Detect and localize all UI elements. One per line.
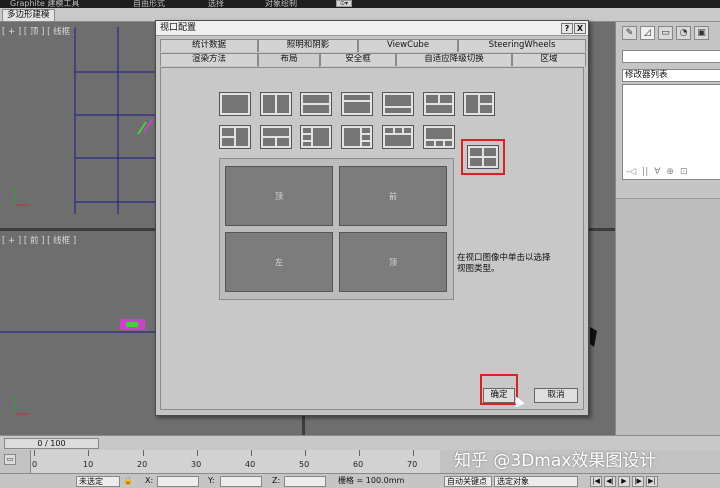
tick-label: 10 — [83, 460, 94, 469]
create-tab-icon[interactable]: ✎ — [622, 26, 637, 40]
modifier-parameters-area — [616, 198, 720, 435]
y-coord-label: Y: — [208, 476, 215, 485]
pin-stack-icon[interactable]: -◁ — [626, 167, 636, 177]
preview-viewport-perspective[interactable]: 顶 — [339, 232, 447, 292]
layout-panel: 顶 前 左 顶 在视口图像中单击以选择视图类型。 确定 取消 — [160, 67, 584, 410]
mini-curve-editor-icon[interactable]: ▭ — [4, 454, 16, 465]
time-slider[interactable]: 0 / 100 — [4, 438, 99, 449]
preview-viewport-left[interactable]: 左 — [225, 232, 333, 292]
ribbon-bar: Graphite 建模工具 自由形式 选择 对象绘制 ⊙▾ — [0, 0, 720, 8]
tick-label: 50 — [299, 460, 310, 469]
layout-option-4[interactable] — [341, 92, 373, 116]
layout-option-12[interactable] — [382, 125, 414, 149]
tick-label: 40 — [245, 460, 256, 469]
layout-option-7[interactable] — [463, 92, 495, 116]
tab-safe-frames[interactable]: 安全框 — [320, 53, 396, 66]
preview-viewport-front[interactable]: 前 — [339, 166, 447, 226]
next-frame-icon[interactable]: |▶ — [632, 476, 644, 487]
close-icon[interactable]: X — [574, 23, 586, 34]
object-name-field[interactable] — [622, 50, 720, 63]
layout-option-3[interactable] — [300, 92, 332, 116]
layout-option-8[interactable] — [219, 125, 251, 149]
layout-option-5[interactable] — [382, 92, 414, 116]
dialog-title: 视口配置 — [156, 21, 588, 36]
viewport-configuration-dialog: 视口配置 ? X 统计数据 照明和阴影 ViewCube SteeringWhe… — [155, 20, 589, 416]
command-panel: ✎ ◿ ▭ ◔ ▣ 修改器列表 -◁ || ∀ ⊕ ⊡ — [615, 22, 720, 435]
preview-viewport-top[interactable]: 顶 — [225, 166, 333, 226]
tick-label: 60 — [353, 460, 364, 469]
help-button[interactable]: ? — [561, 23, 573, 34]
tab-layout[interactable]: 布局 — [258, 53, 320, 67]
status-bar: 未选定 🔒 X: Y: Z: 栅格 = 100.0mm 自动关键点 选定对象 |… — [0, 473, 720, 488]
selected-layout-highlight — [461, 139, 505, 175]
motion-tab-icon[interactable]: ◔ — [676, 26, 691, 40]
modifier-list-dropdown[interactable]: 修改器列表 — [622, 69, 720, 82]
hierarchy-tab-icon[interactable]: ▭ — [658, 26, 673, 40]
x-coord-label: X: — [145, 476, 154, 485]
tab-steeringwheels[interactable]: SteeringWheels — [458, 39, 586, 52]
remove-modifier-icon[interactable]: ⊕ — [666, 167, 674, 177]
cancel-button[interactable]: 取消 — [534, 388, 578, 403]
tab-statistics[interactable]: 统计数据 — [160, 39, 258, 52]
tab-adaptive-degradation[interactable]: 自适应降级切换 — [396, 53, 512, 66]
tab-row-2: 渲染方法 布局 安全框 自适应降级切换 区域 — [160, 53, 586, 67]
layout-preview: 顶 前 左 顶 — [219, 158, 454, 300]
layout-hint-text: 在视口图像中单击以选择视图类型。 — [457, 253, 551, 274]
tab-regions[interactable]: 区域 — [512, 53, 586, 66]
previous-frame-icon[interactable]: ◀| — [604, 476, 616, 487]
tick-label: 30 — [191, 460, 202, 469]
selected-object-dropdown[interactable]: 选定对象 — [494, 476, 578, 487]
stack-toolbar: -◁ || ∀ ⊕ ⊡ — [622, 164, 720, 180]
layout-option-11[interactable] — [341, 125, 373, 149]
go-to-start-icon[interactable]: |◀ — [590, 476, 602, 487]
z-coord-label: Z: — [272, 476, 281, 485]
layout-option-2[interactable] — [260, 92, 292, 116]
selection-status: 未选定 — [76, 476, 120, 487]
layout-option-13[interactable] — [423, 125, 455, 149]
mouse-cursor-icon — [511, 394, 525, 408]
command-panel-tabs: ✎ ◿ ▭ ◔ ▣ — [622, 26, 709, 40]
grid-size-status: 栅格 = 100.0mm — [338, 476, 405, 485]
layout-option-6[interactable] — [423, 92, 455, 116]
polygon-modeling-tab[interactable]: 多边形建模 — [2, 9, 55, 21]
tab-viewcube[interactable]: ViewCube — [358, 39, 458, 52]
lock-icon[interactable]: 🔒 — [123, 476, 133, 487]
z-coord-field[interactable] — [284, 476, 326, 487]
show-end-result-icon[interactable]: || — [642, 167, 648, 177]
y-coord-field[interactable] — [220, 476, 262, 487]
x-coord-field[interactable] — [157, 476, 199, 487]
tick-label: 20 — [137, 460, 148, 469]
tick-label: 0 — [32, 460, 38, 469]
tab-row-1: 统计数据 照明和阴影 ViewCube SteeringWheels — [160, 39, 586, 52]
layout-option-1[interactable] — [219, 92, 251, 116]
auto-key-button[interactable]: 自动关键点 — [444, 476, 492, 487]
layout-option-9[interactable] — [260, 125, 292, 149]
ribbon-options-button[interactable]: ⊙▾ — [336, 0, 352, 7]
tab-rendering-method[interactable]: 渲染方法 — [160, 53, 258, 66]
watermark: 知乎 @3Dmax效果图设计 — [454, 451, 657, 471]
display-tab-icon[interactable]: ▣ — [694, 26, 709, 40]
tick-label: 70 — [407, 460, 418, 469]
track-ruler[interactable]: 0 10 20 30 40 50 60 70 — [30, 450, 440, 473]
tab-lighting-shadows[interactable]: 照明和阴影 — [258, 39, 358, 52]
configure-sets-icon[interactable]: ⊡ — [680, 167, 688, 177]
play-icon[interactable]: ▶ — [618, 476, 630, 487]
go-to-end-icon[interactable]: ▶| — [646, 476, 658, 487]
make-unique-icon[interactable]: ∀ — [654, 167, 660, 177]
modify-tab-icon[interactable]: ◿ — [640, 26, 655, 40]
layout-option-10[interactable] — [300, 125, 332, 149]
